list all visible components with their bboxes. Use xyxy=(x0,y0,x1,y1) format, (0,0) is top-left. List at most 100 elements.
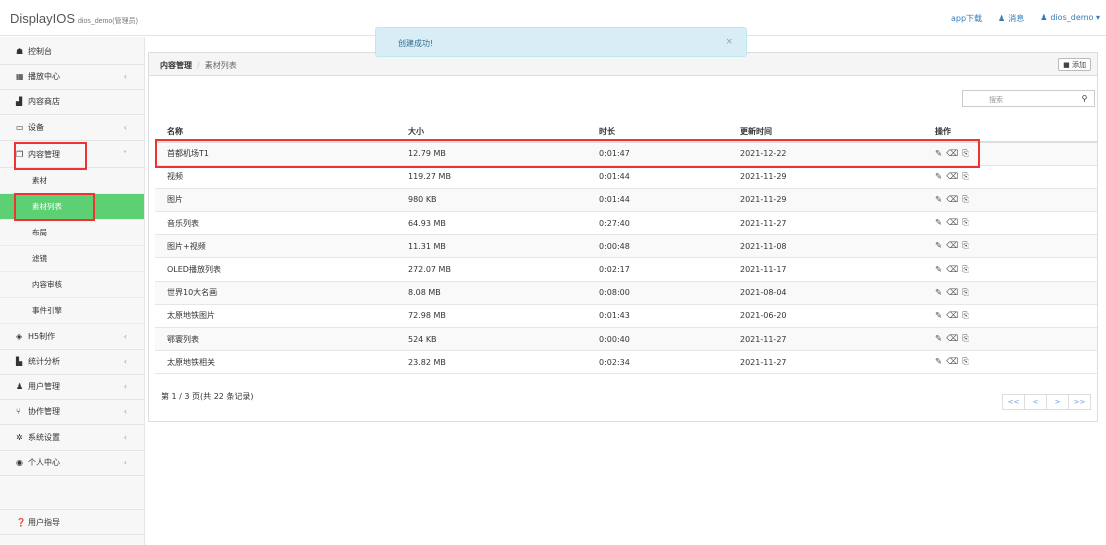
prev-page-button[interactable]: < xyxy=(1024,394,1047,410)
plus-square-icon: ■ xyxy=(1063,61,1070,69)
table-row[interactable]: 图片+视频 11.31 MB 0:00:48 2021-11-08 ✎⌫⎘ xyxy=(155,234,1097,259)
delete-icon[interactable]: ⌫ xyxy=(946,149,962,159)
search-input[interactable]: 搜索 xyxy=(962,90,1076,107)
cell-updated: 2021-11-27 xyxy=(728,350,923,375)
delete-icon[interactable]: ⌫ xyxy=(946,357,962,367)
edit-icon[interactable]: ✎ xyxy=(935,241,946,251)
sidebar-subitem-content-review[interactable]: 内容审核 xyxy=(0,272,144,298)
column-header-updated[interactable]: 更新时间 xyxy=(728,122,923,143)
caret-down-icon: ▾ xyxy=(1095,13,1100,22)
sidebar-item-label: 内容商店 xyxy=(28,97,60,106)
sidebar: ☗ 控制台 ▦ 播放中心 ‹ ▟ 内容商店 ▭ 设备 ‹ ❐ 内容管理 ˅ 素材 素材列表 布局… xyxy=(0,37,145,545)
edit-icon[interactable]: ✎ xyxy=(935,265,946,275)
help-icon: ❓ xyxy=(16,517,26,527)
cell-name: 太原地铁图片 xyxy=(155,304,396,329)
sidebar-item-play-center[interactable]: ▦ 播放中心 ‹ xyxy=(0,64,144,90)
edit-icon[interactable]: ✎ xyxy=(935,334,946,344)
sidebar-item-content-management[interactable]: ❐ 内容管理 ˅ xyxy=(0,142,144,168)
edit-icon[interactable]: ✎ xyxy=(935,311,946,321)
cell-size: 12.79 MB xyxy=(396,142,587,166)
first-page-button[interactable]: << xyxy=(1002,394,1025,410)
messages-link[interactable]: ♟ 消息 xyxy=(998,13,1024,24)
copy-icon[interactable]: ⎘ xyxy=(962,288,973,298)
sidebar-item-devices[interactable]: ▭ 设备 ‹ xyxy=(0,115,144,141)
table-row[interactable]: 太原地铁图片 72.98 MB 0:01:43 2021-06-20 ✎⌫⎘ xyxy=(155,304,1097,329)
table-row[interactable]: 鄂寰列表 524 KB 0:00:40 2021-11-27 ✎⌫⎘ xyxy=(155,327,1097,352)
sidebar-item-user-management[interactable]: ♟ 用户管理 ‹ xyxy=(0,374,144,400)
sidebar-item-label: 个人中心 xyxy=(28,458,60,467)
brand[interactable]: DisplayIOS dios_demo(管理员) xyxy=(10,11,138,26)
user-menu[interactable]: ♟ dios_demo ▾ xyxy=(1040,13,1100,24)
delete-icon[interactable]: ⌫ xyxy=(946,311,962,321)
copy-icon[interactable]: ⎘ xyxy=(962,218,973,228)
copy-icon[interactable]: ⎘ xyxy=(962,311,973,321)
table-row[interactable]: 音乐列表 64.93 MB 0:27:40 2021-11-27 ✎⌫⎘ xyxy=(155,211,1097,236)
table-row[interactable]: 太原地铁相关 23.82 MB 0:02:34 2021-11-27 ✎⌫⎘ xyxy=(155,350,1097,375)
copy-icon[interactable]: ⎘ xyxy=(962,265,973,275)
edit-icon[interactable]: ✎ xyxy=(935,172,946,182)
cell-duration: 0:00:40 xyxy=(587,327,728,352)
delete-icon[interactable]: ⌫ xyxy=(946,265,962,275)
sidebar-item-system-settings[interactable]: ✲ 系统设置 ‹ xyxy=(0,425,144,451)
cell-updated: 2021-11-29 xyxy=(728,165,923,189)
column-header-duration[interactable]: 时长 xyxy=(587,122,728,143)
copy-icon[interactable]: ⎘ xyxy=(962,334,973,344)
sidebar-item-personal-center[interactable]: ◉ 个人中心 ‹ xyxy=(0,450,144,476)
app-download-link[interactable]: app下载 xyxy=(951,13,982,24)
sidebar-subitem-event-engine[interactable]: 事件引擎 xyxy=(0,298,144,324)
cell-actions: ✎⌫⎘ xyxy=(923,350,1097,375)
sidebar-item-label: 设备 xyxy=(28,123,44,132)
table-row[interactable]: 图片 980 KB 0:01:44 2021-11-29 ✎⌫⎘ xyxy=(155,188,1097,213)
last-page-button[interactable]: >> xyxy=(1068,394,1091,410)
table-row[interactable]: OLED播放列表 272.07 MB 0:02:17 2021-11-17 ✎⌫⎘ xyxy=(155,257,1097,282)
delete-icon[interactable]: ⌫ xyxy=(946,288,962,298)
edit-icon[interactable]: ✎ xyxy=(935,288,946,298)
copy-icon[interactable]: ⎘ xyxy=(962,241,973,251)
copy-icon[interactable]: ⎘ xyxy=(962,149,973,159)
delete-icon[interactable]: ⌫ xyxy=(946,334,962,344)
delete-icon[interactable]: ⌫ xyxy=(946,172,962,182)
cell-size: 64.93 MB xyxy=(396,211,587,236)
copy-icon[interactable]: ⎘ xyxy=(962,195,973,205)
edit-icon[interactable]: ✎ xyxy=(935,195,946,205)
sidebar-subitem-layout[interactable]: 布局 xyxy=(0,220,144,246)
cell-size: 980 KB xyxy=(396,188,587,213)
column-header-size[interactable]: 大小 xyxy=(396,122,587,143)
user-icon: ♟ xyxy=(1040,13,1048,22)
messages-label: 消息 xyxy=(1008,14,1025,23)
sidebar-subitem-filters[interactable]: 滤镜 xyxy=(0,246,144,272)
sidebar-subitem-asset-list[interactable]: 素材列表 xyxy=(0,194,144,220)
delete-icon[interactable]: ⌫ xyxy=(946,218,962,228)
dashboard-icon: ☗ xyxy=(16,47,24,56)
sidebar-subitem-assets[interactable]: 素材 xyxy=(0,168,144,194)
delete-icon[interactable]: ⌫ xyxy=(946,195,962,205)
close-icon[interactable]: × xyxy=(725,37,733,47)
cell-actions: ✎⌫⎘ xyxy=(923,188,1097,213)
copy-icon[interactable]: ⎘ xyxy=(962,172,973,182)
column-header-name[interactable]: 名称 xyxy=(155,122,396,143)
copy-icon: ❐ xyxy=(16,150,24,159)
sidebar-item-content-store[interactable]: ▟ 内容商店 xyxy=(0,89,144,115)
cell-actions: ✎⌫⎘ xyxy=(923,165,1097,189)
cell-updated: 2021-11-17 xyxy=(728,257,923,282)
table-row[interactable]: 首都机场T1 12.79 MB 0:01:47 2021-12-22 ✎⌫⎘ xyxy=(155,142,1097,166)
search-button[interactable]: ⚲ xyxy=(1075,90,1095,107)
edit-icon[interactable]: ✎ xyxy=(935,218,946,228)
cell-name: OLED播放列表 xyxy=(155,257,396,282)
sidebar-item-dashboard[interactable]: ☗ 控制台 xyxy=(0,39,144,65)
delete-icon[interactable]: ⌫ xyxy=(946,241,962,251)
breadcrumb-root[interactable]: 内容管理 xyxy=(160,61,192,70)
table-row[interactable]: 世界10大名画 8.08 MB 0:08:00 2021-08-04 ✎⌫⎘ xyxy=(155,281,1097,305)
cell-actions: ✎⌫⎘ xyxy=(923,211,1097,236)
sidebar-item-statistics[interactable]: ▙ 统计分析 ‹ xyxy=(0,349,144,375)
sidebar-item-label: 统计分析 xyxy=(28,357,60,366)
sidebar-item-h5[interactable]: ◈ H5制作 ‹ xyxy=(0,324,144,350)
sidebar-item-user-guide[interactable]: ❓ 用户指导 xyxy=(0,509,144,535)
edit-icon[interactable]: ✎ xyxy=(935,357,946,367)
next-page-button[interactable]: > xyxy=(1046,394,1069,410)
table-row[interactable]: 视频 119.27 MB 0:01:44 2021-11-29 ✎⌫⎘ xyxy=(155,165,1097,189)
edit-icon[interactable]: ✎ xyxy=(935,149,946,159)
sidebar-item-collaboration[interactable]: ⑂ 协作管理 ‹ xyxy=(0,399,144,425)
add-button[interactable]: ■ 添加 xyxy=(1058,58,1091,71)
copy-icon[interactable]: ⎘ xyxy=(962,357,973,367)
